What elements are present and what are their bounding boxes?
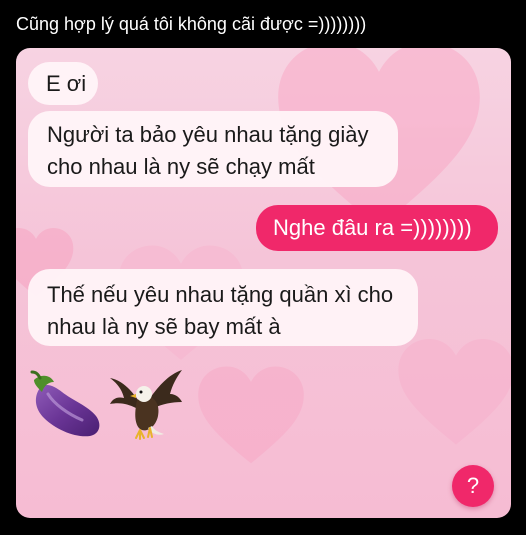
eggplant-icon[interactable]: [30, 370, 104, 440]
eagle-icon[interactable]: [108, 366, 184, 444]
message-bubble-incoming[interactable]: Thế nếu yêu nhau tặng quần xì cho nhau l…: [28, 269, 418, 346]
message-line: E ơi: [46, 71, 87, 96]
message-bubble-incoming[interactable]: Người ta bảo yêu nhau tặng giày cho nhau…: [28, 111, 398, 187]
chat-screenshot: E ơi Người ta bảo yêu nhau tặng giày cho…: [16, 48, 511, 518]
heart-decoration-icon: [398, 339, 511, 445]
message-line: nhau là ny sẽ bay mất à: [47, 314, 281, 339]
post-caption: Cũng hợp lý quá tôi không cãi được =))))…: [16, 14, 367, 34]
message-line: Người ta bảo yêu nhau tặng giày: [47, 122, 369, 147]
help-button[interactable]: ?: [452, 465, 494, 507]
heart-decoration-icon: [198, 366, 304, 464]
message-bubble-incoming[interactable]: E ơi: [28, 62, 98, 105]
message-line: cho nhau là ny sẽ chạy mất: [47, 154, 315, 179]
message-bubble-outgoing[interactable]: Nghe đâu ra =)))))))): [256, 205, 498, 251]
message-line: Thế nếu yêu nhau tặng quần xì cho: [47, 282, 394, 307]
message-line: Nghe đâu ra =)))))))): [273, 215, 472, 240]
